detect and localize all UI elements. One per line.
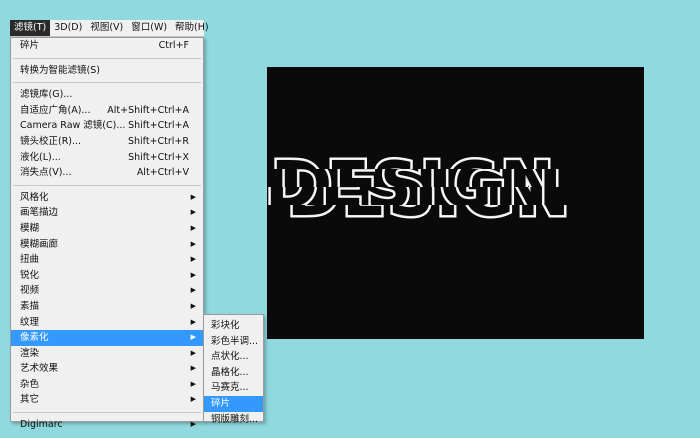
menu-item-pixelate[interactable]: 像素化 ▶ <box>11 330 203 346</box>
menu-item-filter-gallery[interactable]: 滤镜库(G)... <box>11 87 203 103</box>
menu-item-label: 素描 <box>20 300 40 312</box>
menu-item-label: 碎片 <box>20 40 40 51</box>
menu-item-shortcut: Shift+Ctrl+X <box>128 151 189 163</box>
menu-item-shortcut: Alt+Shift+Ctrl+A <box>107 104 189 116</box>
menu-item-texture[interactable]: 纹理 ▶ <box>11 315 203 331</box>
menu-filter[interactable]: 滤镜(T) <box>10 20 51 36</box>
menu-item-label: 自适应广角(A)... <box>20 104 91 116</box>
menu-item-label: 转换为智能滤镜(S) <box>20 64 100 76</box>
menu-item-label: 扭曲 <box>20 254 40 266</box>
submenu-item-crystallize[interactable]: 晶格化... <box>204 365 263 381</box>
submenu-arrow-icon: ▶ <box>190 364 196 373</box>
menu-item-shortcut: Shift+Ctrl+A <box>128 120 189 132</box>
menu-bar: 滤镜(T) 3D(D) 视图(V) 窗口(W) 帮助(H) <box>10 20 209 37</box>
menu-item-label: 模糊 <box>20 222 40 234</box>
submenu-item-color-halftone[interactable]: 彩色半调... <box>204 334 263 350</box>
menu-item-blur[interactable]: 模糊 ▶ <box>11 221 203 237</box>
menu-item-label: 消失点(V)... <box>20 167 72 179</box>
submenu-arrow-icon: ▶ <box>190 223 196 232</box>
menu-item-label: 像素化 <box>20 332 49 344</box>
canvas-text-slice: DESIGN <box>267 169 644 187</box>
menu-item-noise[interactable]: 杂色 ▶ <box>11 377 203 393</box>
menu-item-last-filter[interactable]: 碎片 Ctrl+F <box>11 38 203 54</box>
menu-item-label: 艺术效果 <box>20 363 59 375</box>
filter-dropdown-menu: 碎片 Ctrl+F 转换为智能滤镜(S) 滤镜库(G)... 自适应广角(A).… <box>10 37 204 430</box>
canvas-text-slice: DESIGN <box>267 205 644 225</box>
menu-item-sharpen[interactable]: 锐化 ▶ <box>11 268 203 284</box>
menu-item-label: 纹理 <box>20 316 40 328</box>
canvas-text: DESIGN <box>277 169 565 187</box>
menu-item-label: Camera Raw 滤镜(C)... <box>20 120 126 132</box>
menu-item-adaptive-wide-angle[interactable]: 自适应广角(A)... Alt+Shift+Ctrl+A <box>11 103 203 119</box>
canvas-text: DESIGN <box>299 225 587 240</box>
submenu-arrow-icon: ▶ <box>190 317 196 326</box>
menu-view[interactable]: 视图(V) <box>86 20 127 36</box>
menu-item-vanishing-point[interactable]: 消失点(V)... Alt+Ctrl+V <box>11 165 203 181</box>
submenu-arrow-icon: ▶ <box>190 348 196 357</box>
submenu-arrow-icon: ▶ <box>190 270 196 279</box>
menu-item-distort[interactable]: 扭曲 ▶ <box>11 252 203 268</box>
menu-item-video[interactable]: 视频 ▶ <box>11 283 203 299</box>
menu-item-render[interactable]: 渲染 ▶ <box>11 346 203 362</box>
menu-separator <box>13 412 201 414</box>
menu-item-label: 视频 <box>20 285 40 297</box>
submenu-item-mosaic[interactable]: 马赛克... <box>204 380 263 396</box>
menu-item-label: 模糊画廊 <box>20 238 59 250</box>
submenu-arrow-icon: ▶ <box>190 192 196 201</box>
menu-item-shortcut: Ctrl+F <box>158 40 189 51</box>
canvas-text-slice: DESIGN <box>267 187 644 205</box>
submenu-item-mezzotint[interactable]: 铜版雕刻... <box>204 412 263 428</box>
canvas-text-slice: DESIGN <box>267 225 644 249</box>
menu-item-label: 杂色 <box>20 378 40 390</box>
menu-item-label: 风格化 <box>20 191 49 203</box>
menu-window[interactable]: 窗口(W) <box>127 20 171 36</box>
submenu-arrow-icon: ▶ <box>190 301 196 310</box>
menu-item-label: 滤镜库(G)... <box>20 89 73 101</box>
submenu-arrow-icon: ▶ <box>190 255 196 264</box>
menu-separator <box>13 57 201 59</box>
menu-separator <box>13 184 201 186</box>
menu-item-label: 液化(L)... <box>20 151 61 163</box>
menu-item-label: 锐化 <box>20 269 40 281</box>
menu-item-sketch[interactable]: 素描 ▶ <box>11 299 203 315</box>
menu-item-shortcut: Alt+Ctrl+V <box>136 167 189 179</box>
submenu-item-color-halftone-block[interactable]: 彩块化 <box>204 318 263 334</box>
canvas-text-slice: DESIGN <box>267 147 644 169</box>
submenu-arrow-icon: ▶ <box>190 420 196 429</box>
menu-item-other[interactable]: 其它 ▶ <box>11 392 203 408</box>
submenu-arrow-icon: ▶ <box>190 208 196 217</box>
menu-separator <box>13 82 201 84</box>
pixelate-submenu: 彩块化 彩色半调... 点状化... 晶格化... 马赛克... 碎片 铜版雕刻… <box>203 314 264 425</box>
menu-item-shortcut: Shift+Ctrl+R <box>127 135 189 147</box>
submenu-arrow-icon: ▶ <box>190 395 196 404</box>
menu-item-label: Digimarc <box>20 419 63 431</box>
submenu-arrow-icon: ▶ <box>190 379 196 388</box>
canvas-text: DESIGN <box>269 147 557 169</box>
menu-item-convert-smart-filter[interactable]: 转换为智能滤镜(S) <box>11 63 203 79</box>
menu-item-camera-raw[interactable]: Camera Raw 滤镜(C)... Shift+Ctrl+A <box>11 118 203 134</box>
submenu-arrow-icon: ▶ <box>190 239 196 248</box>
submenu-arrow-icon: ▶ <box>190 286 196 295</box>
menu-item-label: 其它 <box>20 394 40 406</box>
canvas-text: DESIGN <box>285 205 573 225</box>
menu-item-lens-correction[interactable]: 镜头校正(R)... Shift+Ctrl+R <box>11 134 203 150</box>
menu-item-artistic[interactable]: 艺术效果 ▶ <box>11 361 203 377</box>
menu-item-label: 镜头校正(R)... <box>20 135 82 147</box>
menu-3d[interactable]: 3D(D) <box>50 20 86 36</box>
menu-item-label: 渲染 <box>20 347 40 359</box>
submenu-item-pointillize[interactable]: 点状化... <box>204 349 263 365</box>
menu-item-brush-strokes[interactable]: 画笔描边 ▶ <box>11 205 203 221</box>
menu-item-stylize[interactable]: 风格化 ▶ <box>11 190 203 206</box>
menu-help[interactable]: 帮助(H) <box>171 20 213 36</box>
menu-item-blur-gallery[interactable]: 模糊画廊 ▶ <box>11 237 203 253</box>
submenu-arrow-icon: ▶ <box>190 333 196 342</box>
menu-item-digimarc[interactable]: Digimarc ▶ <box>11 417 203 433</box>
menu-item-liquify[interactable]: 液化(L)... Shift+Ctrl+X <box>11 150 203 166</box>
canvas-text: DESIGN <box>267 187 550 205</box>
menu-item-label: 画笔描边 <box>20 207 59 219</box>
submenu-item-fragment[interactable]: 碎片 <box>204 395 263 412</box>
document-canvas[interactable]: DESIGN DESIGN DESIGN DESIGN DESIGN <box>267 67 644 339</box>
